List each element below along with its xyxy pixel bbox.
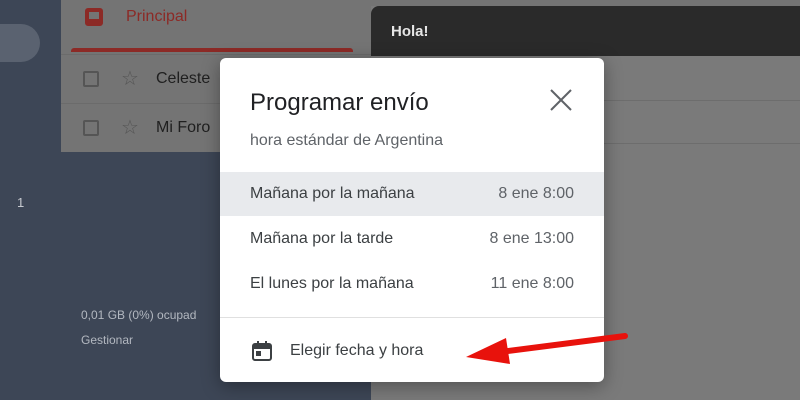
- dialog-divider: [220, 317, 604, 318]
- option-tomorrow-afternoon[interactable]: Mañana por la tarde 8 ene 13:00: [220, 217, 604, 261]
- option-monday-morning[interactable]: El lunes por la mañana 11 ene 8:00: [220, 262, 604, 306]
- row-checkbox[interactable]: [83, 120, 99, 136]
- option-label: Mañana por la mañana: [250, 185, 415, 202]
- compose-header: Hola!: [371, 6, 800, 56]
- dialog-subtitle: hora estándar de Argentina: [250, 132, 444, 149]
- option-label: El lunes por la mañana: [250, 275, 414, 292]
- dialog-title: Programar envío: [250, 89, 429, 116]
- inbox-icon: [85, 8, 103, 26]
- tab-principal[interactable]: Principal: [61, 0, 371, 52]
- option-label: Mañana por la tarde: [250, 230, 394, 247]
- row-sender: Celeste: [156, 70, 211, 87]
- option-time: 11 ene 8:00: [490, 275, 574, 292]
- storage-used: 0,01 GB (0%) ocupad: [81, 308, 197, 322]
- pick-date-time-label: Elegir fecha y hora: [290, 342, 424, 359]
- calendar-icon: [252, 341, 272, 361]
- row-checkbox[interactable]: [83, 71, 99, 87]
- sidebar: 1: [0, 0, 61, 400]
- compose-pill: [0, 24, 40, 62]
- star-icon[interactable]: ☆: [121, 66, 139, 91]
- option-time: 8 ene 13:00: [489, 230, 574, 247]
- tab-principal-label: Principal: [126, 8, 188, 25]
- option-time: 8 ene 8:00: [498, 185, 574, 202]
- sidebar-count: 1: [17, 195, 25, 210]
- tab-underline: [71, 48, 353, 52]
- compose-title: Hola!: [391, 23, 429, 40]
- star-icon[interactable]: ☆: [121, 115, 139, 140]
- annotation-arrow-icon: [466, 333, 628, 364]
- storage-manage-link[interactable]: Gestionar: [81, 333, 133, 347]
- row-sender: Mi Foro: [156, 119, 211, 136]
- close-icon[interactable]: [547, 86, 575, 114]
- option-tomorrow-morning[interactable]: Mañana por la mañana 8 ene 8:00: [220, 172, 604, 216]
